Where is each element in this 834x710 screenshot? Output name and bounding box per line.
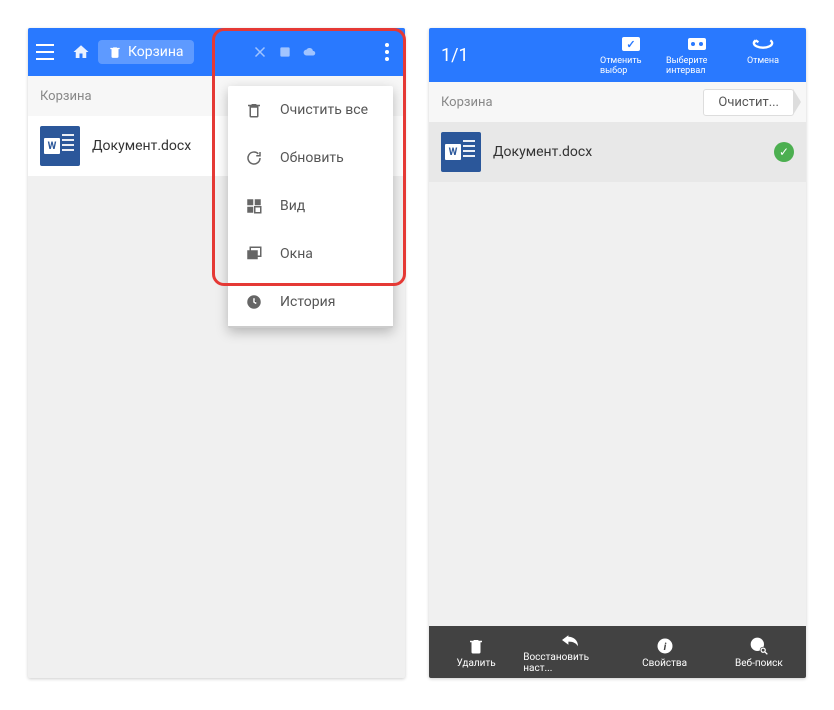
phone-left: Корзина Корзина W Документ.docx Очисти <box>28 28 405 678</box>
menu-icon[interactable] <box>36 40 60 64</box>
close-icon[interactable] <box>251 43 269 61</box>
selection-topbar: 1/1 ✓ Отменить выбор Выберите интервал О… <box>429 28 806 82</box>
breadcrumb-label: Корзина <box>40 89 92 104</box>
grid-icon <box>244 196 264 216</box>
sd-icon <box>277 45 293 59</box>
button-label: Веб-поиск <box>735 658 783 669</box>
selected-check-icon: ✓ <box>774 142 794 162</box>
action-label: Отмена <box>747 56 779 66</box>
menu-label: Вид <box>280 198 305 214</box>
docx-icon: W <box>40 126 80 166</box>
overflow-menu-icon[interactable] <box>377 32 397 72</box>
menu-label: Обновить <box>280 150 344 166</box>
svg-text:i: i <box>663 639 666 652</box>
button-label: Удалить <box>457 658 496 669</box>
selection-count: 1/1 <box>441 45 469 66</box>
topbar: Корзина <box>28 28 405 76</box>
clock-icon <box>244 292 264 312</box>
menu-label: История <box>280 294 335 310</box>
menu-windows[interactable]: Окна <box>228 230 393 278</box>
location-label: Корзина <box>128 44 184 60</box>
button-label: Восстановить наст... <box>523 652 617 674</box>
file-row[interactable]: W Документ.docx ✓ <box>429 122 806 182</box>
menu-refresh[interactable]: Обновить <box>228 134 393 182</box>
menu-label: Очистить все <box>280 102 368 118</box>
refresh-icon <box>244 148 264 168</box>
action-label: Выберите интервал <box>666 56 728 76</box>
cancel-button[interactable]: Отмена <box>732 34 794 76</box>
status-icons <box>251 43 319 61</box>
menu-clear-all[interactable]: Очистить все <box>228 86 393 134</box>
restore-button[interactable]: Восстановить наст... <box>523 626 617 678</box>
globe-search-icon <box>749 636 769 656</box>
dropdown-menu: Очистить все Обновить Вид Окна История <box>228 86 393 328</box>
menu-history[interactable]: История <box>228 278 393 326</box>
button-label: Свойства <box>642 658 687 669</box>
breadcrumb: Корзина Очистит... <box>429 82 806 122</box>
bottom-toolbar: Удалить Восстановить наст... i Свойства … <box>429 626 806 678</box>
breadcrumb-label: Корзина <box>441 95 493 110</box>
trash-icon <box>108 45 122 59</box>
cloud-icon <box>301 45 319 59</box>
location-chip[interactable]: Корзина <box>98 40 194 64</box>
file-name: Документ.docx <box>493 144 762 160</box>
deselect-button[interactable]: ✓ Отменить выбор <box>600 34 662 76</box>
clear-button[interactable]: Очистит... <box>703 89 794 116</box>
select-range-button[interactable]: Выберите интервал <box>666 34 728 76</box>
phone-right: 1/1 ✓ Отменить выбор Выберите интервал О… <box>429 28 806 678</box>
websearch-button[interactable]: Веб-поиск <box>712 626 806 678</box>
docx-icon: W <box>441 132 481 172</box>
delete-button[interactable]: Удалить <box>429 626 523 678</box>
windows-icon <box>244 244 264 264</box>
undo-icon <box>560 630 580 650</box>
properties-button[interactable]: i Свойства <box>618 626 712 678</box>
info-icon: i <box>655 636 675 656</box>
trash-icon <box>244 100 264 120</box>
menu-view[interactable]: Вид <box>228 182 393 230</box>
action-label: Отменить выбор <box>600 56 662 76</box>
trash-icon <box>466 636 486 656</box>
menu-label: Окна <box>280 246 313 262</box>
home-icon[interactable] <box>72 43 90 61</box>
